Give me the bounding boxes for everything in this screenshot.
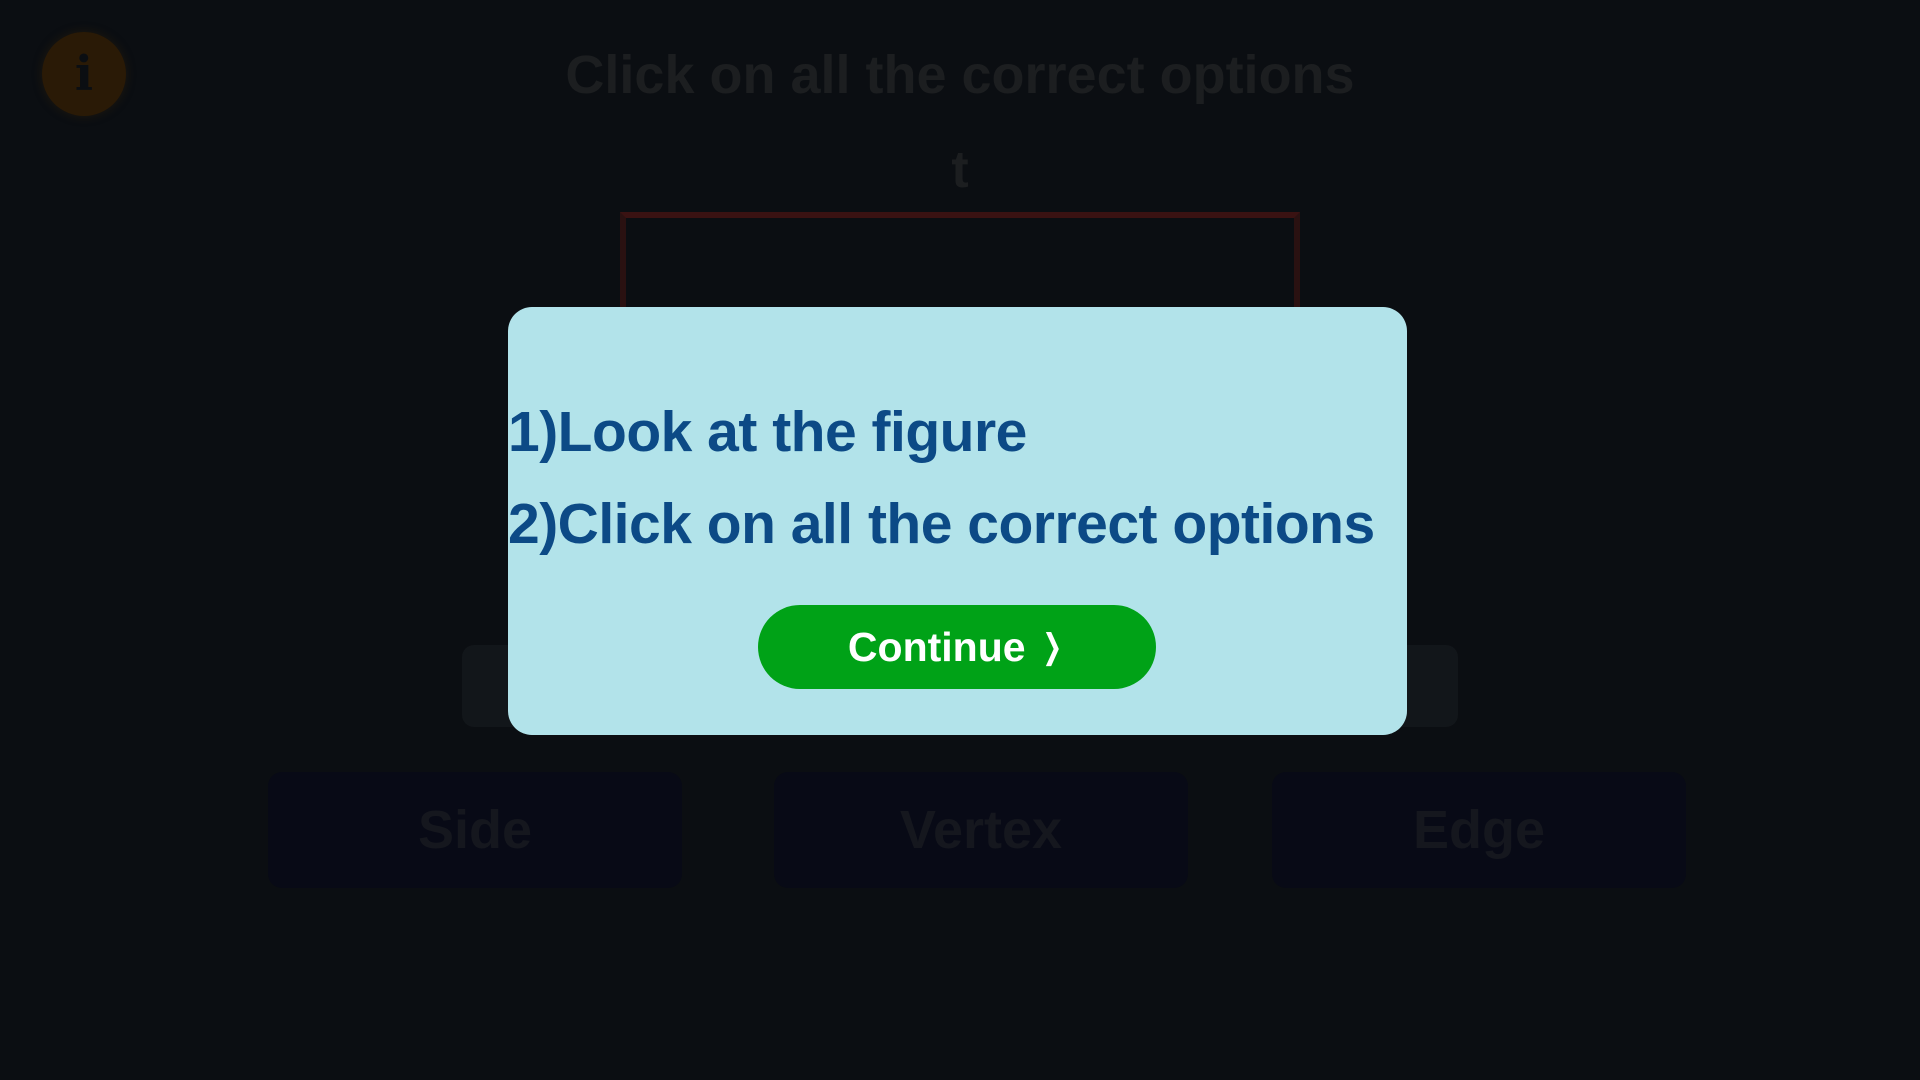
option-edge-button[interactable]: Edge bbox=[1272, 772, 1686, 888]
option-label: Side bbox=[417, 800, 533, 860]
continue-button[interactable]: Continue ❯ bbox=[758, 605, 1156, 689]
instruction-step-1: 1)Look at the figure bbox=[508, 400, 1027, 464]
activity-screen: i Click on all the correct options t Sid… bbox=[0, 0, 1920, 1080]
instruction-step-2: 2)Click on all the correct options bbox=[508, 492, 1375, 556]
option-label: Vertex bbox=[899, 800, 1063, 860]
continue-label: Continue bbox=[847, 623, 1026, 670]
option-vertex-button[interactable]: Vertex bbox=[774, 772, 1188, 888]
page-title: Click on all the correct options bbox=[565, 45, 1355, 105]
chevron-right-icon: ❯ bbox=[1041, 628, 1062, 666]
option-side-button[interactable]: Side bbox=[268, 772, 682, 888]
figure-label: t bbox=[951, 141, 969, 199]
instructions-modal: 1)Look at the figure 2)Click on all the … bbox=[508, 307, 1407, 735]
option-label: Edge bbox=[1412, 800, 1546, 860]
